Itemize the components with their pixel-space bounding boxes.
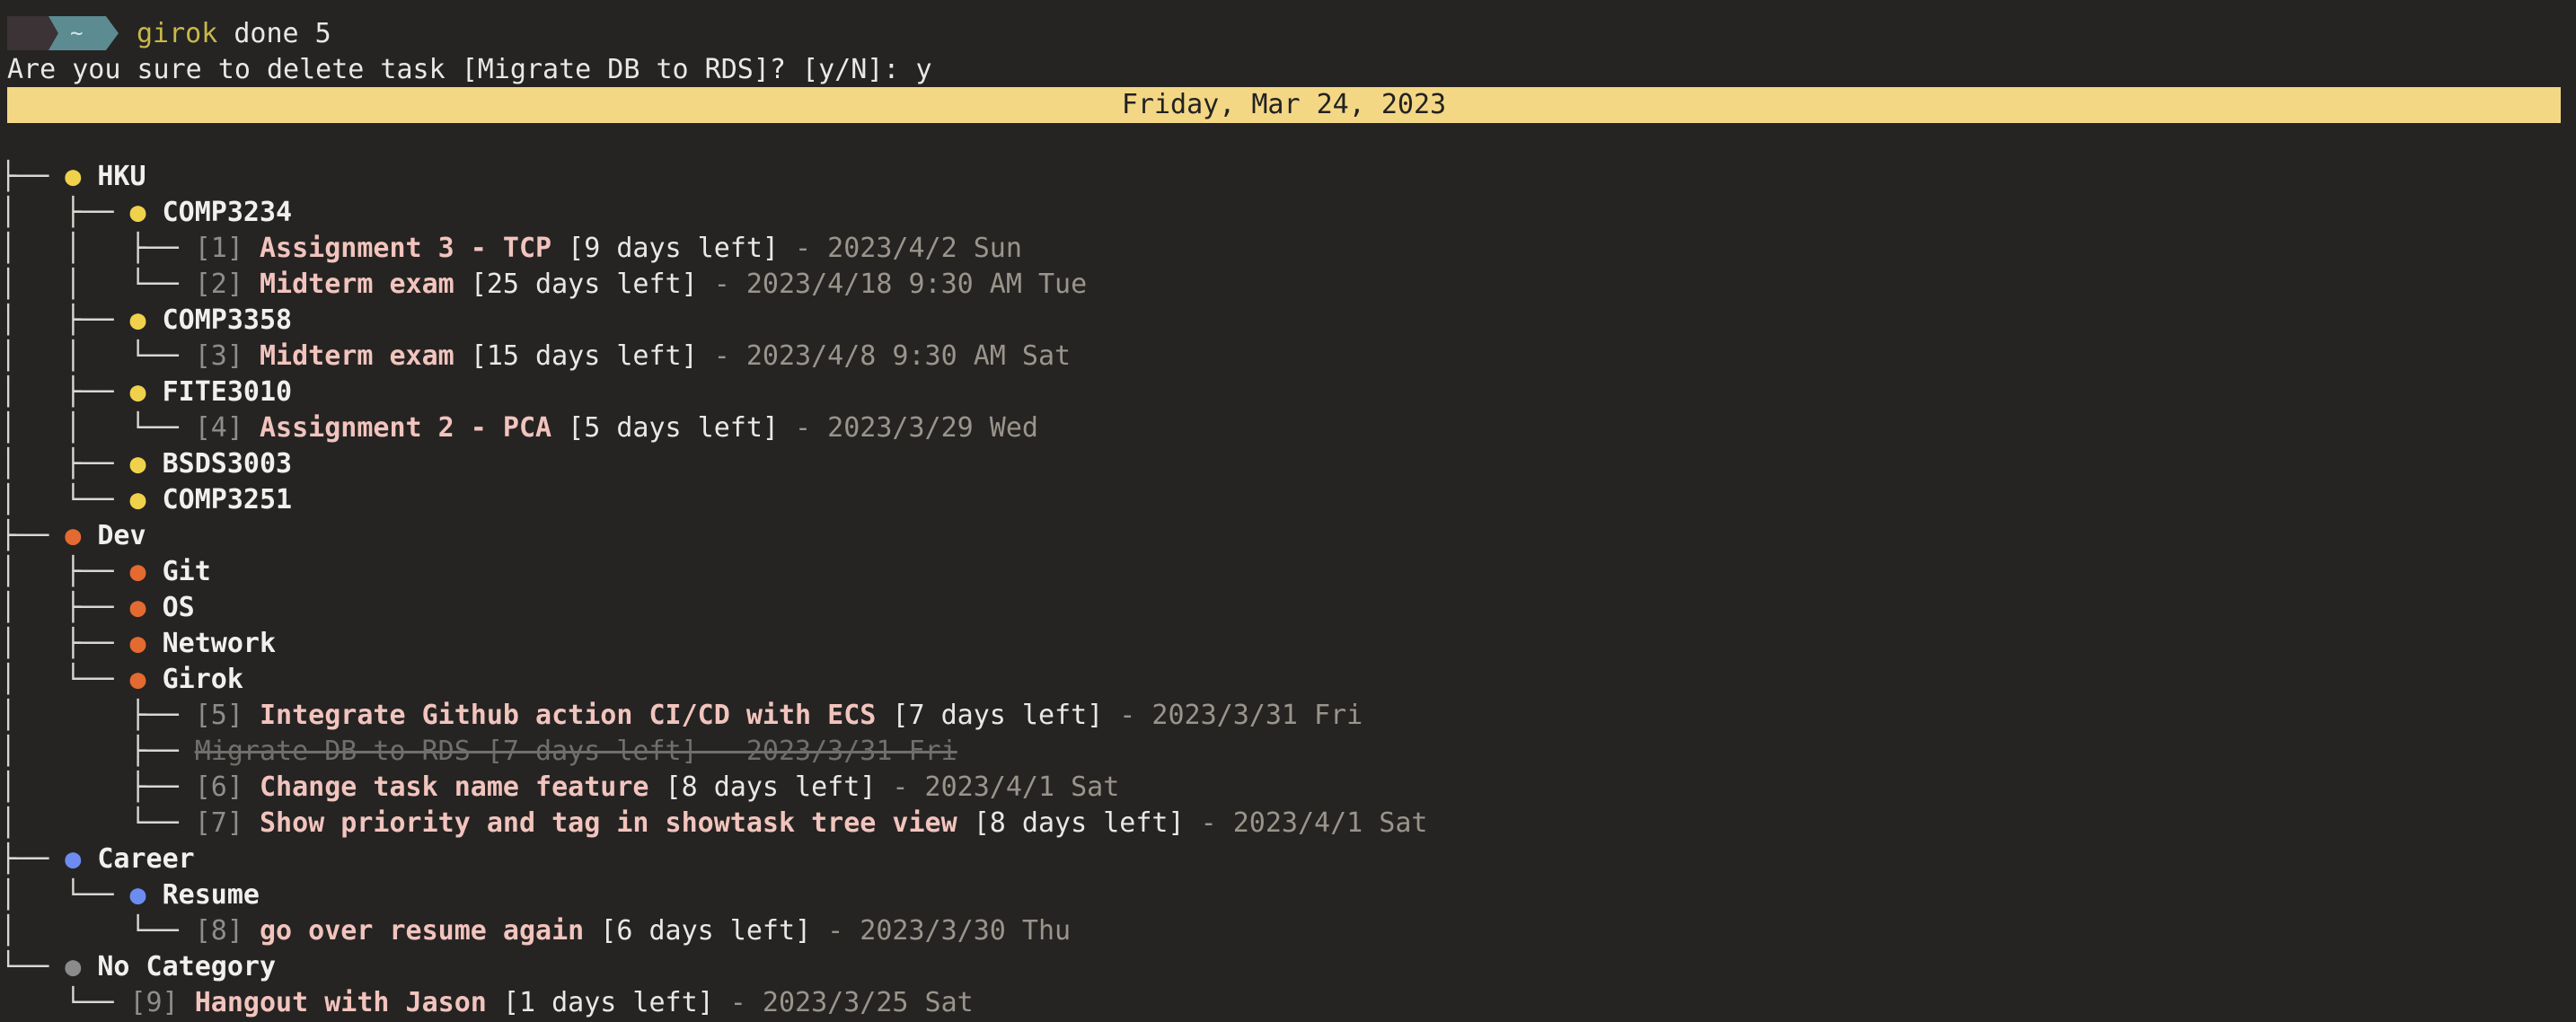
command-line: girok done 5 — [137, 16, 331, 52]
tree-subcategory-girok: │ └── ● Girok — [0, 664, 243, 695]
tree-subcategory-git: │ ├── ● Git — [0, 556, 211, 587]
task-row[interactable]: └── [9] Hangout with Jason [1 days left]… — [0, 985, 974, 1021]
tree-subcategory-comp3251: │ └── ● COMP3251 — [0, 484, 293, 515]
task-row[interactable]: │ │ └── [2] Midterm exam [25 days left] … — [0, 267, 1087, 303]
task-row[interactable]: │ └── [8] go over resume again [6 days l… — [0, 913, 1071, 949]
tree-category-career: ├── ● Career — [0, 843, 195, 875]
confirm-prompt: Are you sure to delete task [Migrate DB … — [7, 54, 932, 85]
tree-category-hku: ├── ● HKU — [0, 161, 146, 192]
tree-subcategory-os: │ ├── ● OS — [0, 592, 195, 623]
bullet-icon: ● — [65, 520, 82, 551]
task-row[interactable]: │ │ └── [3] Midterm exam [15 days left] … — [0, 339, 1071, 374]
bullet-icon: ● — [129, 592, 146, 623]
tree-category-nocategory: └── ● No Category — [0, 951, 277, 982]
bullet-icon: ● — [129, 664, 146, 695]
task-row-completed[interactable]: │ ├── Migrate DB to RDS [7 days left] - … — [0, 734, 957, 770]
tree-subcategory-comp3234: │ ├── ● COMP3234 — [0, 197, 293, 228]
command-name: girok — [137, 18, 218, 49]
task-row[interactable]: │ └── [7] Show priority and tag in showt… — [0, 806, 1427, 841]
tree-category-dev: ├── ● Dev — [0, 520, 146, 551]
bullet-icon: ● — [129, 556, 146, 587]
bullet-icon: ● — [65, 951, 82, 982]
tree-subcategory-resume: │ └── ● Resume — [0, 879, 260, 911]
bullet-icon: ● — [129, 484, 146, 515]
tree-subcategory-network: │ ├── ● Network — [0, 628, 277, 659]
tree-subcategory-comp3358: │ ├── ● COMP3358 — [0, 304, 293, 336]
command-args: done 5 — [234, 18, 331, 49]
bullet-icon: ● — [129, 304, 146, 336]
task-row[interactable]: │ ├── [6] Change task name feature [8 da… — [0, 770, 1119, 806]
date-banner: Friday, Mar 24, 2023 — [7, 87, 2561, 123]
bullet-icon: ● — [129, 448, 146, 480]
bullet-icon: ● — [129, 628, 146, 659]
task-row[interactable]: │ │ ├── [1] Assignment 3 - TCP [9 days l… — [0, 231, 1022, 267]
task-row[interactable]: │ ├── [5] Integrate Github action CI/CD … — [0, 698, 1363, 734]
bullet-icon: ● — [65, 161, 82, 192]
bullet-icon: ● — [129, 197, 146, 228]
bullet-icon: ● — [129, 376, 146, 408]
prompt-segment-path — [49, 16, 119, 50]
tree-subcategory-fite3010: │ ├── ● FITE3010 — [0, 376, 293, 408]
bullet-icon: ● — [65, 843, 82, 875]
prompt-home-path: ~ — [70, 21, 84, 46]
tree-subcategory-bsds3003: │ ├── ● BSDS3003 — [0, 448, 293, 480]
bullet-icon: ● — [129, 879, 146, 911]
task-row[interactable]: │ │ └── [4] Assignment 2 - PCA [5 days l… — [0, 410, 1038, 446]
